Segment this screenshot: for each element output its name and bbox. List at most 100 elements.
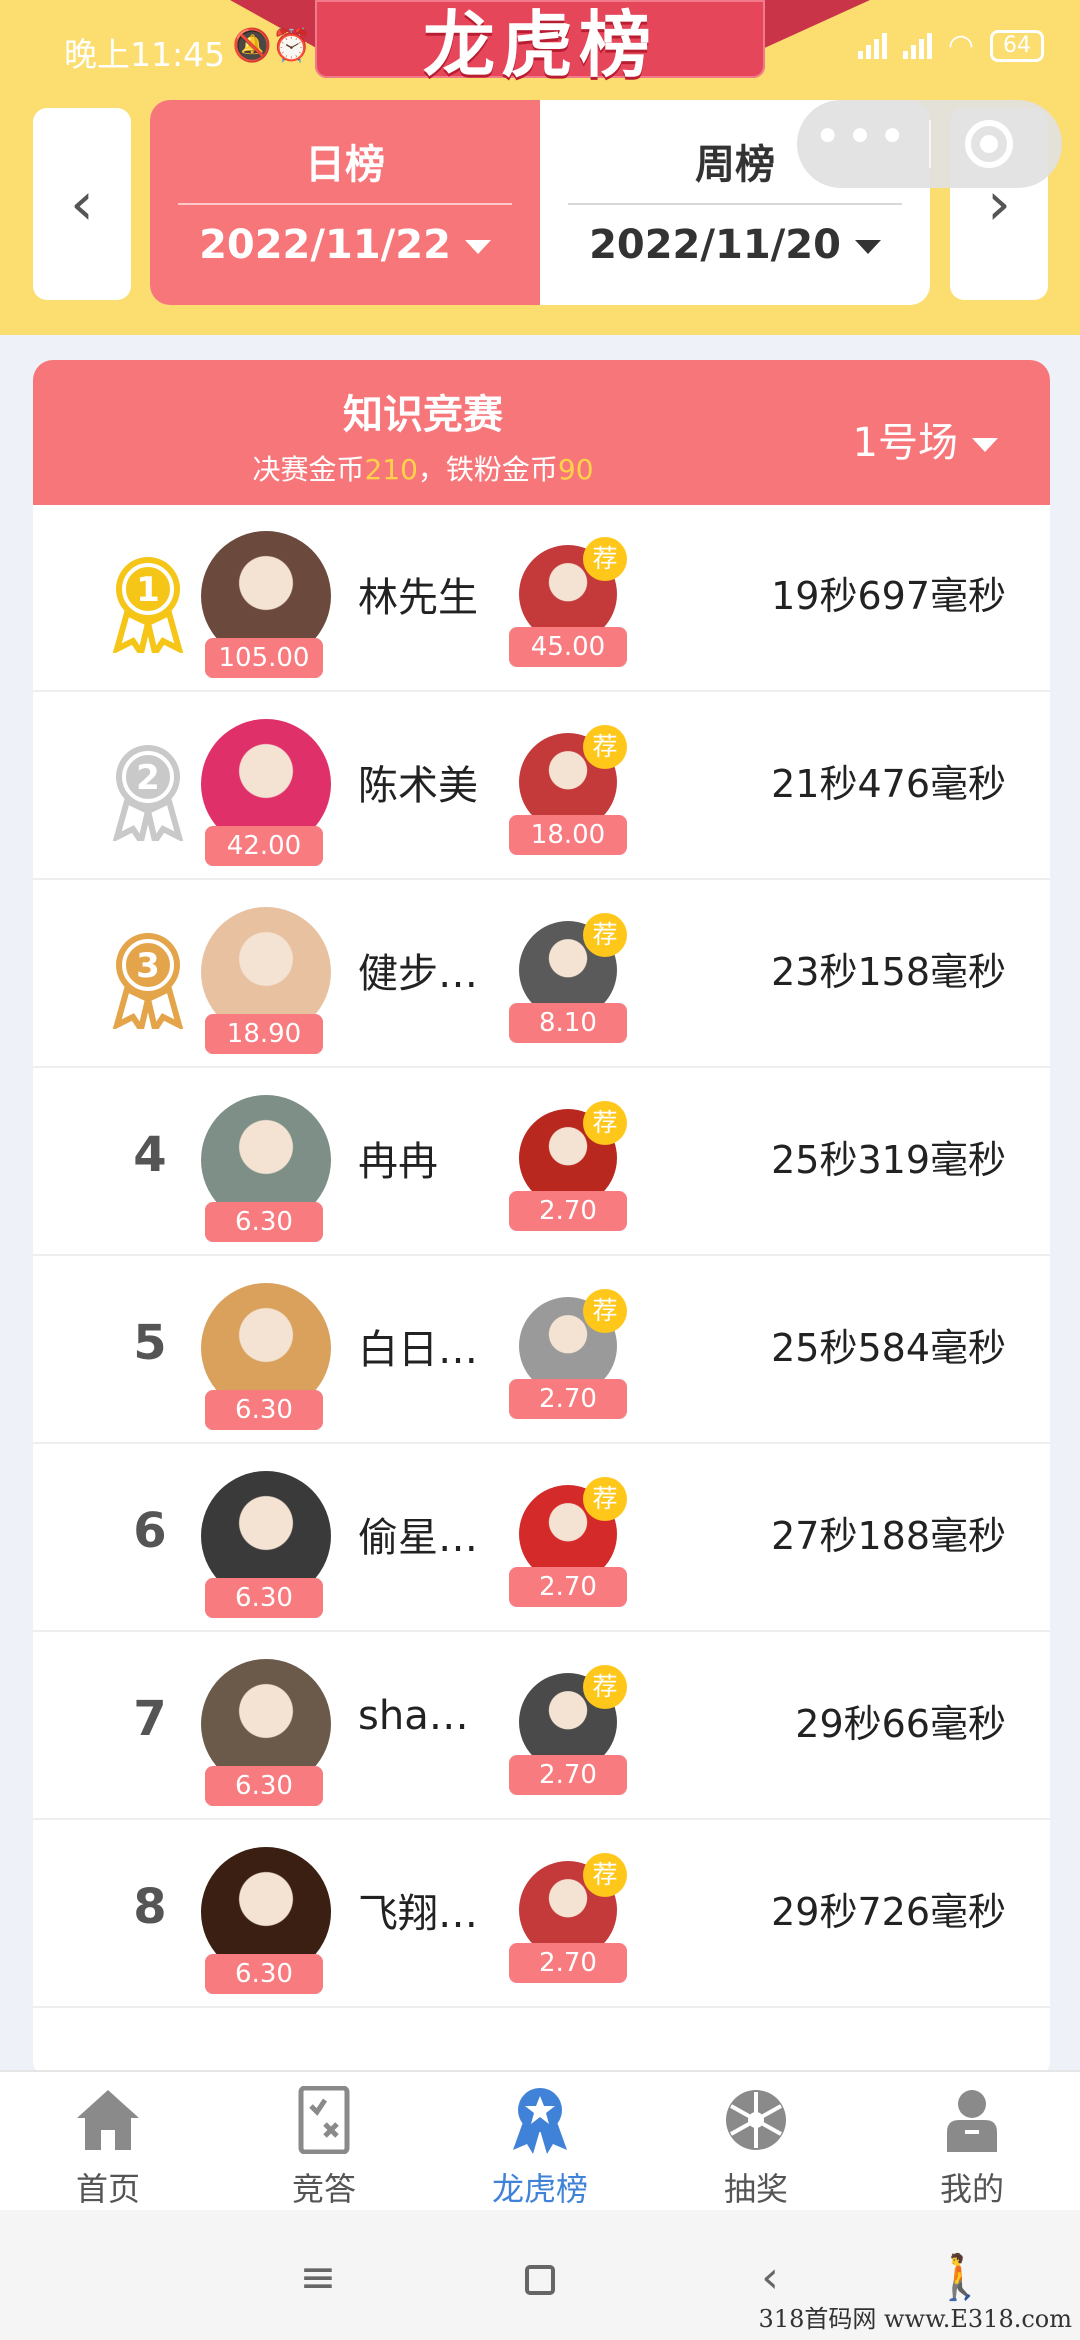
answer-time: 19秒697毫秒 [771, 574, 1006, 618]
user-name: 健步… [358, 951, 478, 997]
table-row[interactable]: 2 42.00 陈术美 荐 18.00 21秒476毫秒 [33, 693, 1050, 880]
user-name: 偷星… [358, 1515, 478, 1561]
user-name: sha… [358, 1693, 469, 1739]
nav-label: 我的 [939, 2170, 1004, 2208]
recommend-badge: 荐 [583, 1665, 627, 1709]
user-name: 冉冉 [358, 1139, 438, 1185]
recommend-badge: 荐 [583, 1853, 627, 1897]
recommend-badge: 荐 [583, 1477, 627, 1521]
answer-time: 25秒584毫秒 [771, 1326, 1006, 1370]
tab-label: 日榜 [305, 142, 385, 188]
referrer-amount-badge: 18.00 [509, 815, 627, 855]
signal-icon [902, 32, 932, 59]
medal-icon: 2 [112, 745, 184, 841]
signal-icon [857, 32, 887, 59]
table-row[interactable]: 3 18.90 健步… 荐 8.10 23秒158毫秒 [33, 881, 1050, 1068]
nav-home[interactable]: 首页 [0, 2072, 216, 2210]
user-amount-badge: 6.30 [205, 1202, 323, 1242]
medal-rank: 1 [136, 570, 160, 610]
referrer-amount-badge: 2.70 [509, 1567, 627, 1607]
subtitle-mid: ，铁粉金币 [417, 453, 558, 486]
home-square-icon[interactable] [510, 2248, 570, 2308]
referrer-amount-badge: 2.70 [509, 1755, 627, 1795]
medal-rank: 2 [136, 758, 160, 798]
subtitle-prefix: 决赛金币 [252, 453, 365, 486]
table-row[interactable]: 7 6.30 sha… 荐 2.70 29秒66毫秒 [33, 1633, 1050, 1820]
answer-time: 27秒188毫秒 [771, 1514, 1006, 1558]
capsule-divider [929, 120, 931, 168]
user-amount-badge: 18.90 [205, 1014, 323, 1054]
recommend-badge: 荐 [583, 1101, 627, 1145]
room-value: 1号场 [852, 420, 958, 466]
date-select[interactable]: 2022/11/20 [540, 222, 930, 268]
referrer-amount-badge: 2.70 [509, 1191, 627, 1231]
fan-coins: 90 [557, 453, 594, 486]
recommend-badge: 荐 [583, 725, 627, 769]
recommend-badge: 荐 [583, 1289, 627, 1333]
user-amount-badge: 6.30 [205, 1390, 323, 1430]
contest-title: 知识竞赛 [343, 392, 503, 438]
referrer-amount-badge: 45.00 [509, 627, 627, 667]
answer-time: 23秒158毫秒 [771, 950, 1006, 994]
answer-time: 21秒476毫秒 [771, 762, 1006, 806]
home-icon [77, 2090, 139, 2150]
user-amount-badge: 6.30 [205, 1954, 323, 1994]
prev-arrow-button[interactable]: ‹ [33, 108, 131, 300]
user-amount-badge: 6.30 [205, 1578, 323, 1618]
table-row[interactable]: 4 6.30 冉冉 荐 2.70 25秒319毫秒 [33, 1069, 1050, 1256]
referrer-amount-badge: 8.10 [509, 1003, 627, 1043]
close-target-icon[interactable] [965, 120, 1013, 168]
tab-divider [178, 203, 512, 205]
date-value: 2022/11/20 [589, 222, 841, 268]
medal-rank: 3 [136, 946, 160, 986]
nav-lottery[interactable]: 抽奖 [648, 2072, 864, 2210]
caret-down-icon [854, 240, 881, 254]
system-nav-bar: ≡ ‹ 🚶 318首码网 www.E318.com [0, 2210, 1080, 2340]
referrer-amount-badge: 2.70 [509, 1379, 627, 1419]
date-value: 2022/11/22 [199, 222, 451, 268]
answer-time: 29秒726毫秒 [771, 1890, 1006, 1934]
user-name: 林先生 [358, 575, 478, 621]
ribbon-star-icon [513, 2088, 567, 2154]
recommend-badge: 荐 [583, 913, 627, 957]
user-amount-badge: 6.30 [205, 1766, 323, 1806]
nav-label: 首页 [75, 2170, 140, 2208]
recommend-badge: 荐 [583, 537, 627, 581]
menu-icon[interactable]: ≡ [288, 2248, 348, 2308]
table-row[interactable]: 8 6.30 飞翔… 荐 2.70 29秒726毫秒 [33, 1821, 1050, 2008]
room-select[interactable]: 1号场 [853, 410, 998, 468]
quiz-icon [298, 2086, 350, 2154]
nav-label: 龙虎榜 [491, 2170, 588, 2208]
nav-leaderboard[interactable]: 龙虎榜 [432, 2072, 648, 2210]
user-name: 陈术美 [358, 763, 478, 809]
date-select[interactable]: 2022/11/22 [150, 222, 540, 268]
battery-icon: 64 [990, 29, 1044, 62]
status-time: 晚上11:45 [64, 35, 226, 74]
more-icon[interactable]: ••• [797, 100, 927, 188]
nav-mine[interactable]: 我的 [864, 2072, 1080, 2210]
bottom-nav: 首页 竞答 龙虎榜 抽奖 我的 [0, 2070, 1080, 2210]
tab-divider [568, 203, 902, 205]
miniprogram-capsule: ••• [797, 100, 1062, 188]
card-header: 知识竞赛 决赛金币210，铁粉金币90 1号场 [33, 360, 1050, 505]
final-coins: 210 [364, 453, 418, 486]
table-row[interactable]: 1 105.00 林先生 荐 45.00 19秒697毫秒 [33, 505, 1050, 692]
tab-daily[interactable]: 日榜 2022/11/22 [150, 100, 540, 305]
mute-alarm-icons: 🔕⏰ [232, 26, 312, 64]
user-icon [947, 2090, 997, 2152]
referrer-amount-badge: 2.70 [509, 1943, 627, 1983]
medal-icon: 1 [112, 557, 184, 653]
medal-icon: 3 [112, 933, 184, 1029]
table-row[interactable]: 5 6.30 白日… 荐 2.70 25秒584毫秒 [33, 1257, 1050, 1444]
answer-time: 29秒66毫秒 [795, 1702, 1006, 1746]
caret-down-icon [972, 438, 998, 452]
nav-label: 抽奖 [723, 2170, 788, 2208]
nav-quiz[interactable]: 竞答 [216, 2072, 432, 2210]
user-name: 白日… [358, 1327, 478, 1373]
user-amount-badge: 42.00 [205, 826, 323, 866]
leaderboard-card: 知识竞赛 决赛金币210，铁粉金币90 1号场 1 105.00 林先生 荐 4… [33, 360, 1050, 2080]
wifi-icon: ◠ [947, 28, 974, 63]
user-name: 飞翔… [358, 1891, 478, 1937]
caret-down-icon [464, 240, 491, 254]
table-row[interactable]: 6 6.30 偷星… 荐 2.70 27秒188毫秒 [33, 1445, 1050, 1632]
